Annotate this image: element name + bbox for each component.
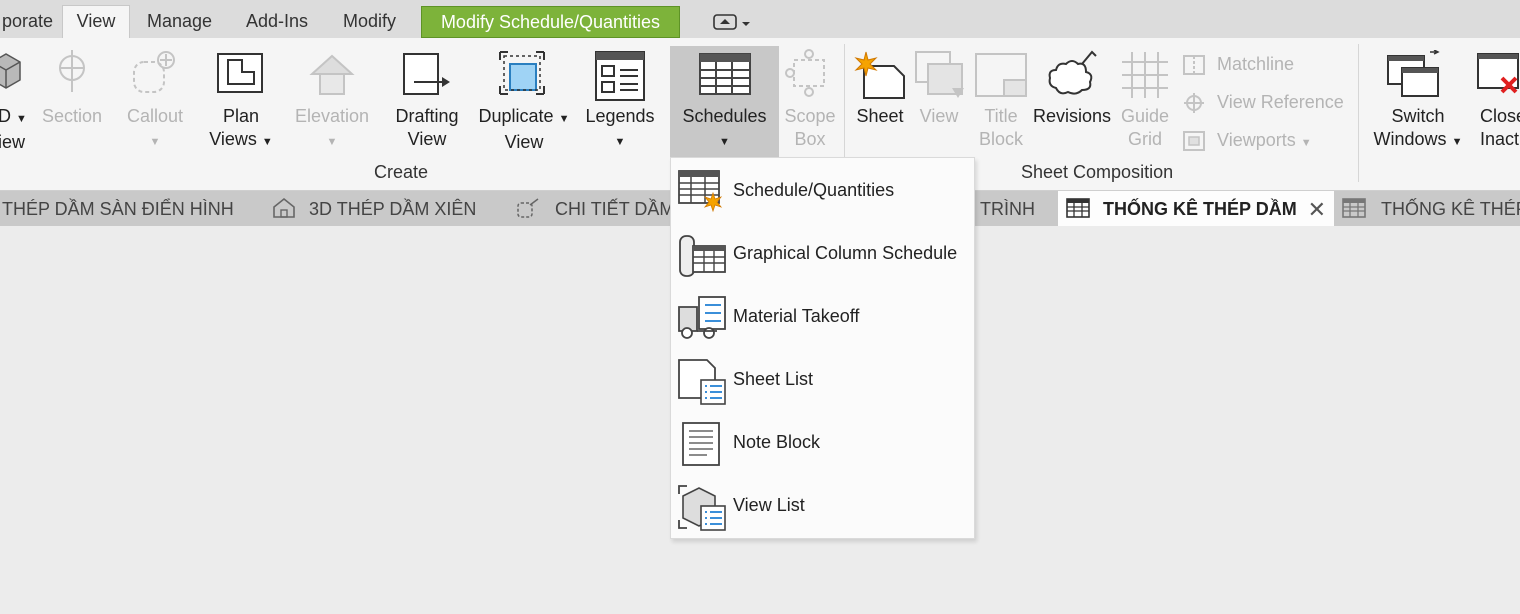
view-tab[interactable]: TRÌNH (980, 191, 1035, 226)
schedules-dropdown-menu: Schedule/Quantities Graphical Column Sch… (670, 157, 975, 539)
menu-item-sheet-list[interactable]: Sheet List (671, 349, 974, 411)
new-sheet-icon (854, 51, 905, 99)
schedules-table-icon (699, 53, 751, 95)
sheet-list-icon (678, 359, 726, 405)
view-reference-icon (1184, 93, 1204, 114)
ribbon-display-toggle-icon[interactable] (713, 12, 753, 39)
menu-item-view-list[interactable]: View List (671, 475, 974, 537)
graphical-column-schedule-icon (679, 235, 726, 277)
create-panel-label: Create (374, 162, 429, 182)
duplicate-view-icon (499, 51, 545, 95)
matchline-icon (1183, 55, 1205, 76)
schedule-quantities-icon (678, 170, 723, 213)
guide-grid-icon (1122, 52, 1168, 98)
menu-item-graphical-column-schedule[interactable]: Graphical Column Schedule (671, 223, 974, 285)
view-reference-button[interactable]: View Reference (1182, 89, 1344, 115)
title-block-icon (975, 53, 1027, 97)
tab-modify[interactable]: Modify (343, 6, 396, 36)
view-tab[interactable]: CHI TIẾT DẦM (516, 191, 674, 226)
menu-item-material-takeoff[interactable]: Material Takeoff (671, 286, 974, 348)
view-tab[interactable]: THỐNG KÊ THÉP (1342, 191, 1520, 226)
tab-collaborate[interactable]: porate (0, 6, 57, 36)
switch-windows-icon (1387, 50, 1440, 97)
schedules-button[interactable]: Schedules ▼ (670, 46, 779, 164)
material-takeoff-icon (678, 296, 726, 339)
menu-item-note-block[interactable]: Note Block (671, 412, 974, 474)
ribbon-tab-bar: porate View Manage Add-Ins Modify Modify… (0, 0, 1520, 38)
close-inactive-icon (1477, 53, 1519, 94)
revision-cloud-icon (1048, 50, 1097, 95)
view-list-icon (678, 485, 726, 531)
view-tab[interactable]: 3D THÉP DẦM XIÊN (272, 191, 476, 226)
elevation-icon (309, 54, 355, 95)
view-tab-active[interactable]: THỐNG KÊ THÉP DẦM ✕ (1058, 191, 1334, 226)
note-block-icon (682, 422, 720, 466)
viewports-button[interactable]: Viewports ▼ (1182, 127, 1312, 153)
section-icon (59, 50, 85, 92)
3d-view-icon (273, 197, 295, 218)
close-tab-icon[interactable]: ✕ (1308, 191, 1326, 228)
3d-box-icon (0, 53, 21, 89)
schedule-view-icon (1342, 198, 1366, 218)
callout-icon (133, 51, 175, 93)
tab-add-ins[interactable]: Add-Ins (246, 6, 308, 36)
plan-views-icon (217, 53, 263, 93)
viewports-icon (1183, 131, 1205, 152)
sheet-composition-panel-label: Sheet Composition (1021, 162, 1174, 182)
callout-view-icon (517, 198, 539, 218)
schedule-view-icon (1066, 198, 1090, 218)
place-view-icon (915, 51, 964, 98)
tab-modify-schedule-quantities[interactable]: Modify Schedule/Quantities (421, 6, 680, 38)
matchline-button[interactable]: Matchline (1182, 51, 1294, 77)
drafting-view-icon (403, 53, 450, 95)
tab-view[interactable]: View (62, 5, 130, 38)
menu-item-schedule-quantities[interactable]: Schedule/Quantities (671, 160, 974, 222)
tab-manage[interactable]: Manage (147, 6, 212, 36)
scope-box-icon (785, 49, 825, 97)
panel-separator (1358, 44, 1359, 182)
legends-icon (595, 51, 645, 101)
view-tab[interactable]: THÉP DẦM SÀN ĐIỂN HÌNH (2, 191, 234, 226)
